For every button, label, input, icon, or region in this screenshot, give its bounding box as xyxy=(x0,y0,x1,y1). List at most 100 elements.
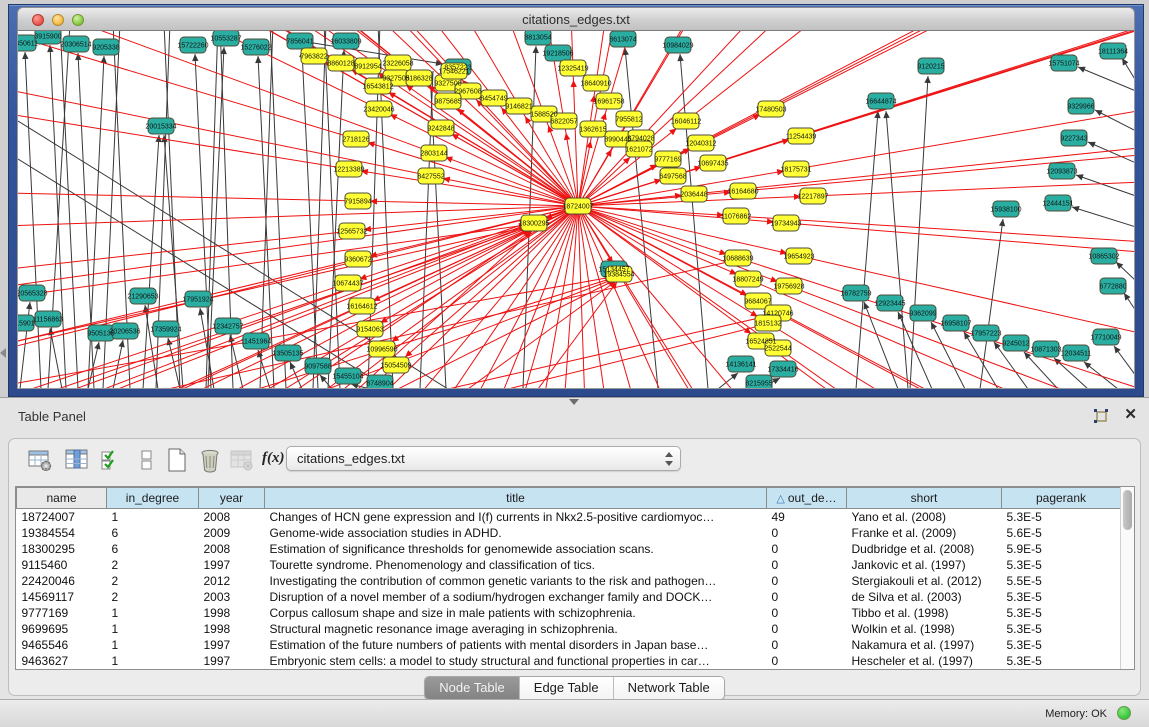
table-cell[interactable]: 6 xyxy=(107,525,199,541)
node-table[interactable]: namein_degreeyeartitle△out_de…shortpager… xyxy=(16,487,1121,669)
table-select-dropdown[interactable]: citations_edges.txt xyxy=(286,446,681,471)
network-graph[interactable]: 1135061139159002030651492053381572226010… xyxy=(18,31,1135,389)
table-cell[interactable]: 0 xyxy=(767,653,847,669)
table-cell[interactable]: 1 xyxy=(107,509,199,525)
table-row[interactable]: 977716911998Corpus callosum shape and si… xyxy=(17,605,1121,621)
column-header-year[interactable]: year xyxy=(199,488,265,509)
table-cell[interactable]: 1997 xyxy=(199,653,265,669)
delete-table-icon[interactable] xyxy=(229,447,255,473)
column-header-out_de[interactable]: △out_de… xyxy=(767,488,847,509)
table-cell[interactable]: 5.3E-5 xyxy=(1002,621,1121,637)
column-header-name[interactable]: name xyxy=(17,488,107,509)
table-cell[interactable]: 49 xyxy=(767,509,847,525)
table-cell[interactable]: 0 xyxy=(767,605,847,621)
tab-edge-table[interactable]: Edge Table xyxy=(520,677,614,699)
table-cell[interactable]: 5.3E-5 xyxy=(1002,589,1121,605)
table-cell[interactable]: 1997 xyxy=(199,637,265,653)
table-cell[interactable]: 1998 xyxy=(199,621,265,637)
table-row[interactable]: 1830029562008Estimation of significance … xyxy=(17,541,1121,557)
table-row[interactable]: 969969511998Structural magnetic resonanc… xyxy=(17,621,1121,637)
column-chooser-icon[interactable] xyxy=(64,447,90,473)
table-cell[interactable]: 14569117 xyxy=(17,589,107,605)
table-cell[interactable]: Estimation of significance thresholds fo… xyxy=(265,541,767,557)
table-cell[interactable]: 9115460 xyxy=(17,557,107,573)
table-cell[interactable]: 9699695 xyxy=(17,621,107,637)
table-row[interactable]: 2242004622012Investigating the contribut… xyxy=(17,573,1121,589)
table-cell[interactable]: 2 xyxy=(107,589,199,605)
network-canvas[interactable]: 1135061139159002030651492053381572226010… xyxy=(17,31,1135,389)
table-cell[interactable]: Corpus callosum shape and size in male p… xyxy=(265,605,767,621)
table-cell[interactable]: 0 xyxy=(767,589,847,605)
table-cell[interactable]: 2009 xyxy=(199,525,265,541)
table-cell[interactable]: 0 xyxy=(767,573,847,589)
table-cell[interactable]: de Silva et al. (2003) xyxy=(847,589,1002,605)
table-cell[interactable]: 5.3E-5 xyxy=(1002,637,1121,653)
table-cell[interactable]: 5.6E-5 xyxy=(1002,525,1121,541)
close-panel-icon[interactable]: ✕ xyxy=(1124,407,1137,423)
table-cell[interactable]: 19384554 xyxy=(17,525,107,541)
table-cell[interactable]: Hescheler et al. (1997) xyxy=(847,653,1002,669)
table-cell[interactable]: 1998 xyxy=(199,605,265,621)
table-cell[interactable]: 1 xyxy=(107,605,199,621)
tab-node-table[interactable]: Node Table xyxy=(425,677,520,699)
table-cell[interactable]: 0 xyxy=(767,637,847,653)
table-cell[interactable]: 2003 xyxy=(199,589,265,605)
column-header-short[interactable]: short xyxy=(847,488,1002,509)
table-cell[interactable]: Wolkin et al. (1998) xyxy=(847,621,1002,637)
table-cell[interactable]: 9463627 xyxy=(17,653,107,669)
column-header-pagerank[interactable]: pagerank xyxy=(1002,488,1121,509)
table-cell[interactable]: Genome-wide association studies in ADHD. xyxy=(265,525,767,541)
table-cell[interactable]: Structural magnetic resonance image aver… xyxy=(265,621,767,637)
table-cell[interactable]: 1997 xyxy=(199,557,265,573)
new-table-icon[interactable] xyxy=(164,447,190,473)
table-cell[interactable]: 5.3E-5 xyxy=(1002,509,1121,525)
table-cell[interactable]: 0 xyxy=(767,525,847,541)
table-cell[interactable]: Tourette syndrome. Phenomenology and cla… xyxy=(265,557,767,573)
table-cell[interactable]: 5.9E-5 xyxy=(1002,541,1121,557)
table-row[interactable]: 1872400712008Changes of HCN gene express… xyxy=(17,509,1121,525)
select-all-icon[interactable] xyxy=(99,447,125,473)
table-cell[interactable]: Stergiakouli et al. (2012) xyxy=(847,573,1002,589)
table-cell[interactable]: Franke et al. (2009) xyxy=(847,525,1002,541)
panel-collapse-arrow-icon[interactable] xyxy=(0,348,6,358)
table-row[interactable]: 911546021997Tourette syndrome. Phenomeno… xyxy=(17,557,1121,573)
table-row[interactable]: 946554611997Estimation of the future num… xyxy=(17,637,1121,653)
table-cell[interactable]: 9777169 xyxy=(17,605,107,621)
table-cell[interactable]: 5.3E-5 xyxy=(1002,605,1121,621)
table-cell[interactable]: 1 xyxy=(107,621,199,637)
table-cell[interactable]: Tibbo et al. (1998) xyxy=(847,605,1002,621)
table-cell[interactable]: 2008 xyxy=(199,509,265,525)
table-cell[interactable]: Nakamura et al. (1997) xyxy=(847,637,1002,653)
table-cell[interactable]: Yano et al. (2008) xyxy=(847,509,1002,525)
table-row[interactable]: 946362711997Embryonic stem cells: a mode… xyxy=(17,653,1121,669)
table-cell[interactable]: 9465546 xyxy=(17,637,107,653)
column-header-title[interactable]: title xyxy=(265,488,767,509)
function-builder-icon[interactable]: f(x) xyxy=(262,450,288,476)
table-cell[interactable]: 18724007 xyxy=(17,509,107,525)
table-cell[interactable]: 2008 xyxy=(199,541,265,557)
memory-status-indicator-icon[interactable] xyxy=(1117,706,1131,720)
float-panel-icon[interactable] xyxy=(1093,408,1109,424)
table-cell[interactable]: 2012 xyxy=(199,573,265,589)
table-settings-icon[interactable] xyxy=(27,447,53,473)
clear-selection-icon[interactable] xyxy=(134,447,160,473)
table-cell[interactable]: 1 xyxy=(107,653,199,669)
delete-entries-icon[interactable] xyxy=(197,447,223,473)
table-row[interactable]: 1938455462009Genome-wide association stu… xyxy=(17,525,1121,541)
table-cell[interactable]: 5.3E-5 xyxy=(1002,653,1121,669)
table-cell[interactable]: Embryonic stem cells: a model to study s… xyxy=(265,653,767,669)
table-cell[interactable]: 2 xyxy=(107,557,199,573)
table-row[interactable]: 1456911722003Disruption of a novel membe… xyxy=(17,589,1121,605)
table-cell[interactable]: 6 xyxy=(107,541,199,557)
table-cell[interactable]: Investigating the contribution of common… xyxy=(265,573,767,589)
table-cell[interactable]: 0 xyxy=(767,541,847,557)
table-cell[interactable]: 22420046 xyxy=(17,573,107,589)
table-cell[interactable]: Dudbridge et al. (2008) xyxy=(847,541,1002,557)
table-cell[interactable]: Jankovic et al. (1997) xyxy=(847,557,1002,573)
scrollbar-thumb[interactable] xyxy=(1123,490,1132,530)
table-vertical-scrollbar[interactable] xyxy=(1120,487,1134,669)
table-cell[interactable]: 18300295 xyxy=(17,541,107,557)
table-cell[interactable]: Disruption of a novel member of a sodium… xyxy=(265,589,767,605)
table-cell[interactable]: 5.5E-5 xyxy=(1002,573,1121,589)
tab-network-table[interactable]: Network Table xyxy=(614,677,724,699)
